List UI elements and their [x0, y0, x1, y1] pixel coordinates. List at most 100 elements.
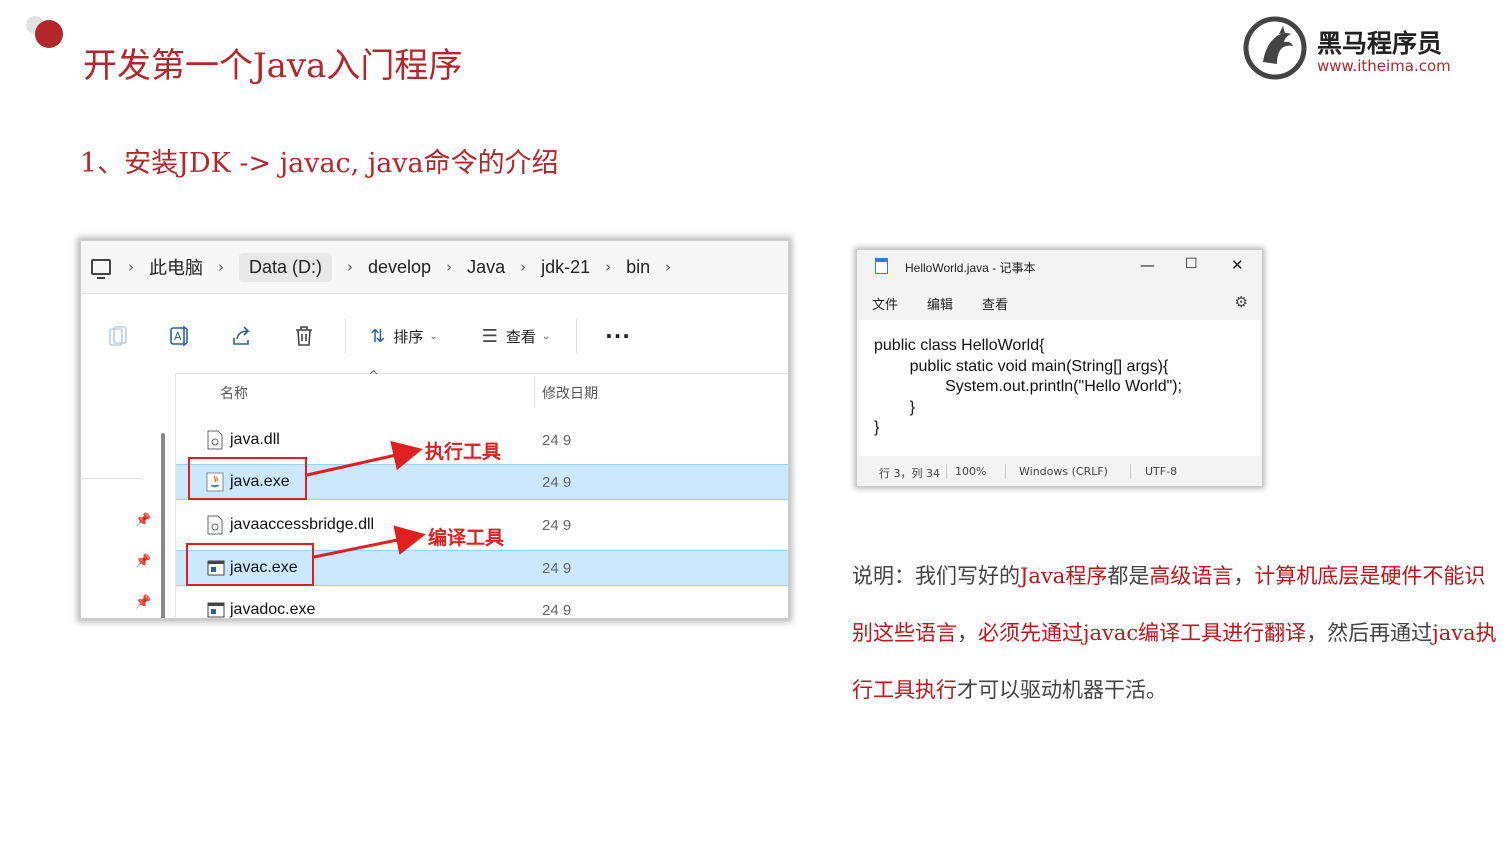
description-highlight: Java程序 [1020, 564, 1108, 588]
brand-url: www.itheima.com [1317, 57, 1451, 75]
delete-button[interactable] [273, 316, 335, 356]
sort-icon: ⇅ [370, 325, 386, 347]
breadcrumb-data-drive[interactable]: Data (D:) [239, 252, 333, 282]
file-date: 24 9 [542, 559, 572, 577]
status-encoding: UTF-8 [1145, 465, 1178, 478]
rename-button[interactable]: A [149, 316, 211, 356]
status-zoom: 100% [955, 465, 987, 478]
code-text[interactable]: public class HelloWorld{ public static v… [874, 336, 1182, 439]
description-segment: 都是 [1107, 564, 1150, 588]
pin-icon[interactable]: 📌 [135, 513, 151, 528]
breadcrumb-jdk-21[interactable]: jdk-21 [541, 257, 590, 278]
gear-icon[interactable]: ⚙ [1235, 293, 1248, 311]
status-cursor-position: 行 3，列 34 [879, 467, 940, 480]
navigation-pane[interactable]: 📌 📌 📌 [81, 373, 176, 618]
menu-file[interactable]: 文件 [872, 294, 898, 313]
nav-scrollbar[interactable] [161, 433, 165, 618]
file-date: 24 9 [542, 601, 572, 619]
file-date: 24 9 [542, 516, 572, 534]
sort-button[interactable]: ⇅ 排序 ⌄ [356, 316, 452, 356]
notepad-window: HelloWorld.java - 记事本 — ☐ ✕ 文件 编辑 查看 ⚙ p… [856, 249, 1263, 487]
column-headers: ^ 名称 修改日期 [176, 369, 788, 413]
notepad-status-bar: 行 3，列 34 100% Windows (CRLF) UTF-8 [857, 458, 1262, 486]
chevron-right-icon[interactable]: › [128, 258, 134, 276]
more-options-button[interactable]: ··· [587, 316, 649, 356]
toolbar-separator [345, 319, 346, 353]
menu-edit[interactable]: 编辑 [927, 294, 953, 313]
description-text: 说明：我们写好的Java程序都是高级语言，计算机底层是硬件不能识别这些语言，必须… [852, 548, 1502, 719]
column-separator[interactable] [534, 377, 535, 407]
toolbar-separator [576, 319, 577, 353]
status-separator [1130, 464, 1131, 479]
chevron-right-icon[interactable]: › [347, 258, 353, 276]
description-highlight: 高级语言 [1149, 564, 1234, 588]
breadcrumb-this-pc[interactable]: 此电脑 [149, 254, 203, 280]
column-header-name[interactable]: 名称 [220, 383, 248, 403]
trash-icon [296, 326, 312, 346]
file-name: javaaccessbridge.dll [230, 516, 375, 533]
paste-button[interactable] [87, 316, 149, 356]
brand-name: 黑马程序员 [1317, 29, 1443, 58]
slide-subtitle: 1、安装JDK -> javac, java命令的介绍 [80, 148, 559, 179]
highlight-box-javac-exe [186, 543, 314, 586]
description-highlight: 必须先通过javac编译工具进行翻译 [978, 621, 1307, 645]
description-segment: 说明：我们写好的 [852, 564, 1020, 588]
pin-icon[interactable]: 📌 [135, 595, 151, 610]
description-segment: ，然后再通过 [1306, 621, 1433, 645]
notepad-menu-bar: 文件 编辑 查看 ⚙ [857, 288, 1262, 318]
address-bar[interactable]: › 此电脑 › Data (D:) › develop › Java › jdk… [81, 241, 788, 293]
notepad-titlebar[interactable]: HelloWorld.java - 记事本 — ☐ ✕ [857, 250, 1262, 282]
chevron-right-icon[interactable]: › [218, 258, 224, 276]
breadcrumb-java[interactable]: Java [467, 257, 505, 278]
description-segment: 才可以驱动机器干活。 [957, 678, 1167, 702]
status-separator [1005, 464, 1006, 479]
dll-file-icon [207, 515, 223, 535]
maximize-icon[interactable]: ☐ [1185, 256, 1198, 272]
chevron-down-icon: ⌄ [541, 330, 551, 342]
notepad-icon [875, 258, 888, 274]
computer-icon[interactable] [91, 259, 111, 279]
file-date: 24 9 [542, 473, 572, 491]
column-header-date[interactable]: 修改日期 [542, 383, 598, 403]
sort-up-icon: ^ [368, 369, 379, 384]
svg-text:A: A [174, 330, 182, 343]
view-button[interactable]: ☰ 查看 ⌄ [466, 316, 566, 356]
divider [81, 478, 143, 479]
more-dots-icon: ··· [605, 324, 631, 348]
status-separator [946, 464, 947, 479]
horse-logo-icon [1243, 16, 1307, 80]
view-label: 查看 [505, 327, 536, 346]
rename-icon: A [170, 326, 188, 346]
chevron-down-icon: ⌄ [429, 330, 438, 342]
brand-logo: 黑马程序员 www.itheima.com [1243, 16, 1463, 82]
explorer-toolbar: A ⇅ 排序 ⌄ ☰ 查看 ⌄ ··· [81, 299, 788, 373]
highlight-box-java-exe [188, 457, 307, 500]
file-name: java.dll [230, 431, 280, 448]
close-icon[interactable]: ✕ [1231, 256, 1244, 274]
chevron-right-icon[interactable]: › [520, 258, 526, 276]
file-explorer-window: › 此电脑 › Data (D:) › develop › Java › jdk… [80, 240, 789, 619]
view-list-icon: ☰ [481, 325, 498, 347]
file-date: 24 9 [542, 431, 572, 449]
notepad-editor[interactable]: public class HelloWorld{ public static v… [859, 320, 1260, 456]
chevron-right-icon[interactable]: › [446, 258, 452, 276]
file-row-javadoc-exe[interactable]: javadoc.exe 24 9 [176, 592, 788, 619]
decorative-dot-red [35, 20, 63, 48]
chevron-right-icon[interactable]: › [605, 258, 611, 276]
description-segment: ， [957, 621, 978, 645]
status-line-ending: Windows (CRLF) [1019, 465, 1108, 478]
chevron-right-icon[interactable]: › [665, 258, 671, 276]
pin-icon[interactable]: 📌 [135, 554, 151, 569]
slide-title: 开发第一个Java入门程序 [83, 46, 463, 86]
breadcrumb-bin[interactable]: bin [626, 257, 650, 278]
menu-view[interactable]: 查看 [982, 294, 1008, 313]
minimize-icon[interactable]: — [1140, 256, 1155, 274]
description-segment: ， [1233, 564, 1255, 588]
file-name: javadoc.exe [230, 601, 316, 618]
breadcrumb-develop[interactable]: develop [368, 257, 431, 278]
share-button[interactable] [211, 316, 273, 356]
dll-file-icon [207, 430, 223, 450]
execute-tool-label: 执行工具 [425, 441, 502, 463]
compile-tool-label: 编译工具 [428, 527, 505, 549]
paste-icon [109, 326, 127, 346]
